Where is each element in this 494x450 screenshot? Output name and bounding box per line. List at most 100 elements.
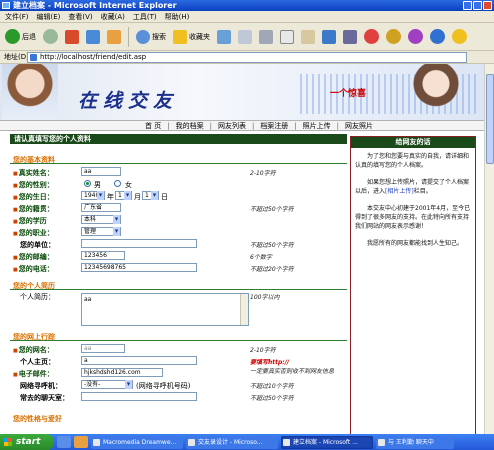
chatroom-input[interactable] <box>81 392 197 401</box>
favorites-button[interactable]: 收藏夹 <box>171 26 212 48</box>
print-button[interactable] <box>257 26 275 48</box>
phone-label: 您的电话： <box>13 264 54 274</box>
home-button[interactable] <box>105 26 123 48</box>
messenger-button[interactable] <box>320 26 338 48</box>
addon-button-1[interactable] <box>362 26 381 48</box>
search-icon <box>136 29 150 44</box>
homepage-hint: 要填写http:// <box>250 359 290 366</box>
birthday-month-select[interactable]: 1 <box>115 191 132 200</box>
day-unit: 日 <box>161 193 168 201</box>
search-button[interactable]: 搜索 <box>134 26 168 48</box>
nav-friend-photos[interactable]: 网友照片 <box>342 121 376 131</box>
birthday-year-select[interactable]: 1940 <box>81 191 105 200</box>
gender-male-label: 男 <box>94 181 101 189</box>
addon-button-3[interactable] <box>406 26 425 48</box>
pager-hint: 不超过10个字符 <box>250 383 294 390</box>
hometown-label: 您的籍贯： <box>13 204 54 214</box>
birthday-day-select[interactable]: 1 <box>142 191 159 200</box>
sidebar-paragraph: 为了您和您要与真实的自我，请详细和认真的填写您的个人档案。 <box>355 153 470 169</box>
mail-icon <box>238 29 252 44</box>
hometown-input[interactable]: 广东省 <box>81 203 121 212</box>
menu-edit[interactable]: 编辑(E) <box>37 11 61 22</box>
quicklaunch-icon[interactable] <box>74 436 88 448</box>
pager-select[interactable]: -没有- <box>81 380 133 389</box>
back-arrow-icon <box>5 29 20 44</box>
menu-favorites[interactable]: 收藏(A) <box>101 11 125 22</box>
mail-button[interactable] <box>236 26 254 48</box>
menu-tools[interactable]: 工具(T) <box>133 11 157 22</box>
phone-input[interactable]: 12345698765 <box>81 263 197 272</box>
photo-upload-link[interactable]: [相片上传] <box>385 188 414 195</box>
media-icon <box>343 29 357 44</box>
anime-girl-image <box>406 64 466 120</box>
close-button[interactable] <box>483 1 492 10</box>
smiley-button[interactable] <box>450 26 469 48</box>
stop-icon <box>65 29 79 44</box>
sidebar-title: 给网友的话 <box>351 137 475 148</box>
homepage-input[interactable]: a <box>81 356 197 365</box>
intro-hint: 100字以内 <box>250 294 280 301</box>
task-design-doc[interactable]: 交友录设计 - Microso... <box>186 435 278 449</box>
nav-home[interactable]: 首 页 <box>142 121 164 131</box>
homepage-label: 个人主页： <box>20 358 55 366</box>
anime-girl-image <box>2 64 58 120</box>
start-button[interactable]: start <box>0 434 54 450</box>
sidebar-paragraph: 本交友中心初建于2001年4月，至今已得到了很多网友的支持。在此特向所有支持我们… <box>355 205 471 230</box>
site-nav: 首 页 | 我的档案 | 网友列表 | 档案注册 | 照片上传 | 网友照片 <box>0 120 484 131</box>
history-button[interactable] <box>215 26 233 48</box>
stop-button[interactable] <box>63 26 81 48</box>
task-ie-active[interactable]: 建立档案 - Microsoft ... <box>281 435 373 449</box>
addon-icon <box>408 29 423 44</box>
media-button[interactable] <box>341 26 359 48</box>
education-select[interactable]: 本科 <box>81 215 121 224</box>
task-dreamweaver[interactable]: Macromedia Dreamwe... <box>91 435 183 449</box>
gender-female-radio[interactable] <box>114 180 121 187</box>
addon-button-2[interactable] <box>384 26 403 48</box>
chatroom-label: 常去的聊天室： <box>20 394 69 402</box>
intro-textarea[interactable]: aa <box>81 293 249 326</box>
menu-help[interactable]: 帮助(H) <box>165 11 190 22</box>
nav-friend-list[interactable]: 网友列表 <box>215 121 249 131</box>
address-input[interactable]: http://localhost/friend/edit.asp <box>27 52 467 63</box>
star-icon <box>173 29 187 44</box>
toolbar: 后退 搜索 收藏夹 <box>0 23 494 51</box>
menu-view[interactable]: 查看(V) <box>68 11 92 22</box>
forward-button[interactable] <box>41 26 60 48</box>
promo-text[interactable]: 一个惊喜 <box>330 86 366 99</box>
addon-icon <box>386 29 401 44</box>
postcode-hint: 6个数字 <box>250 254 272 261</box>
back-button[interactable]: 后退 <box>3 26 38 48</box>
task-chat[interactable]: 与 王利勤 聊天中 <box>376 435 454 449</box>
email-input[interactable]: hjkshdshd126.com <box>81 368 163 377</box>
quicklaunch-icon[interactable] <box>57 436 71 448</box>
scrollbar-thumb[interactable] <box>486 74 494 164</box>
maximize-button[interactable] <box>473 1 482 10</box>
job-select[interactable]: 管理 <box>81 227 121 236</box>
edit-button[interactable] <box>278 26 296 48</box>
company-input[interactable] <box>81 239 197 248</box>
vertical-scrollbar[interactable] <box>484 64 494 434</box>
postcode-input[interactable]: 123456 <box>81 251 125 260</box>
profile-form: 请认真填写您的个人资料 您的基本资料 真实姓名： aa 2-10字符 您的性别：… <box>10 134 347 434</box>
chatroom-hint: 不超过50个字符 <box>250 395 294 402</box>
window-title-bar: 建立档案 - Microsoft Internet Explorer <box>0 0 494 11</box>
messenger-icon <box>322 29 336 44</box>
education-label: 您的学历 <box>13 216 47 226</box>
nav-register[interactable]: 档案注册 <box>257 121 291 131</box>
favorites-label: 收藏夹 <box>189 32 210 41</box>
netname-input[interactable]: aa <box>81 344 125 353</box>
menu-file[interactable]: 文件(F) <box>5 11 29 22</box>
nav-photo-upload[interactable]: 照片上传 <box>300 121 334 131</box>
realname-hint: 2-10字符 <box>250 170 276 177</box>
nav-my-profile[interactable]: 我的档案 <box>173 121 207 131</box>
minimize-button[interactable] <box>463 1 472 10</box>
realname-input[interactable]: aa <box>81 167 121 176</box>
gender-male-radio[interactable] <box>84 180 91 187</box>
textarea-scrollbar[interactable] <box>240 294 248 325</box>
discuss-button[interactable] <box>299 26 317 48</box>
page-viewport: 在线交友 一个惊喜 首 页 | 我的档案 | 网友列表 | 档案注册 | 照片上传 | 网… <box>0 64 494 434</box>
addon-button-4[interactable] <box>428 26 447 48</box>
sidebar-paragraph: 我愿所有的网友都能找到人生知己。 <box>367 240 464 247</box>
postcode-label: 您的邮编： <box>13 252 54 262</box>
refresh-button[interactable] <box>84 26 102 48</box>
